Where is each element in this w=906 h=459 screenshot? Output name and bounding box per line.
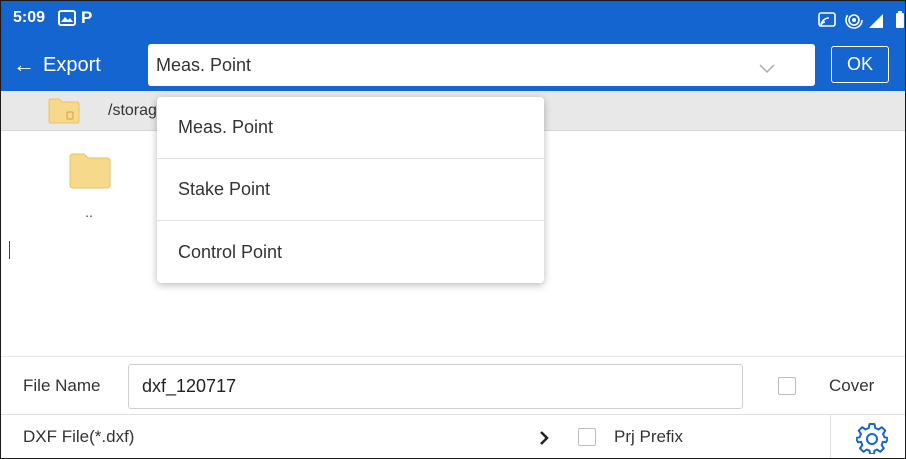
back-button[interactable]: ← Export [13,49,101,81]
file-name-label: File Name [23,376,101,395]
dropdown-option-control-point[interactable]: Control Point [157,221,544,283]
cast-icon [818,12,836,27]
folder-icon [69,153,111,194]
app-frame: 5:09 P ← Export Meas. Point OK /storag .… [0,0,906,459]
point-type-select[interactable]: Meas. Point [148,44,815,86]
point-type-select-value: Meas. Point [156,54,252,75]
file-format-selector[interactable]: DXF File(*.dxf) [1,415,561,458]
point-type-dropdown: Meas. Point Stake Point Control Point [157,97,544,283]
chevron-down-icon [759,58,775,79]
divider [830,415,831,458]
file-name-input[interactable] [128,364,743,409]
battery-icon [896,11,904,28]
edge-mark [9,241,10,259]
gallery-icon [58,10,76,31]
dropdown-option-meas-point[interactable]: Meas. Point [157,97,544,159]
gear-icon [855,423,889,458]
dropdown-option-stake-point[interactable]: Stake Point [157,159,544,221]
file-format-label: DXF File(*.dxf) [23,427,135,446]
status-bar: 5:09 P [1,1,905,39]
settings-button[interactable] [855,422,889,455]
toolbar: ← Export Meas. Point OK [1,39,905,91]
parent-folder-item[interactable]: .. [61,146,121,231]
chevron-right-icon [539,430,549,451]
hotspot-icon [845,11,863,29]
page-title: Export [43,53,101,76]
cover-checkbox[interactable] [778,377,796,395]
current-path: /storag [108,102,157,119]
parent-folder-label: .. [85,204,93,220]
back-arrow-icon: ← [13,52,35,77]
signal-icon [869,14,883,28]
project-prefix-checkbox[interactable] [578,428,596,446]
ok-button[interactable]: OK [831,46,889,83]
status-time: 5:09 [13,9,46,26]
cover-label: Cover [829,376,875,395]
project-prefix-label: Prj Prefix [614,427,683,446]
divider [1,356,905,357]
sd-card-folder-icon [48,98,80,129]
status-icons-right [817,10,905,30]
parking-icon: P [81,8,93,27]
